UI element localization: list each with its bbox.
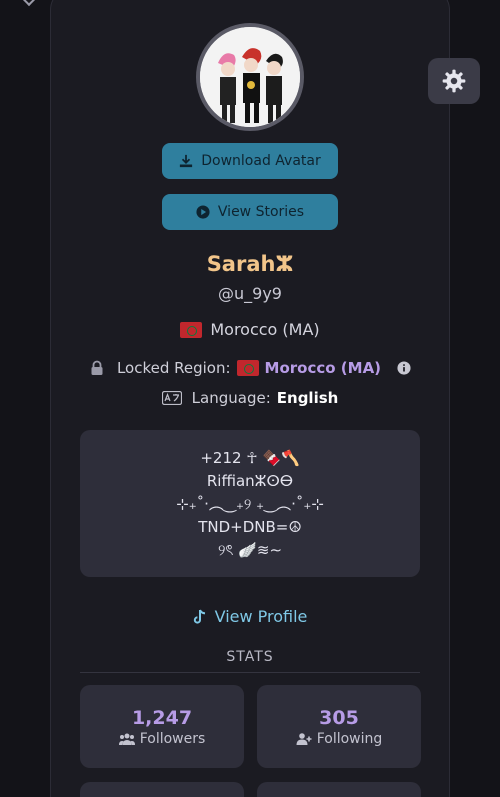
view-profile-label: View Profile (214, 607, 308, 626)
locked-region-value: Morocco (MA) (264, 359, 382, 377)
morocco-flag-icon (236, 360, 259, 376)
following-label: Following (316, 730, 383, 747)
language-row: Language: English (0, 389, 500, 407)
view-stories-label: View Stories (217, 204, 305, 220)
users-icon (118, 733, 135, 745)
bio-line: Riffianⵣⵙⴱ (206, 471, 294, 490)
profile-page: Download Avatar View Stories Sarahⵣ @u_9… (0, 0, 500, 797)
lock-icon (89, 360, 105, 376)
display-name: Sarahⵣ (206, 252, 294, 276)
view-profile-link[interactable]: View Profile (0, 607, 500, 626)
view-stories-button[interactable]: View Stories (162, 194, 338, 230)
download-icon (179, 154, 193, 168)
locked-region-row: Locked Region: Morocco (MA) (0, 359, 500, 377)
bio-line: ୨ৎ 🪽≋∼ (217, 540, 283, 559)
followers-label-row: Followers (118, 730, 206, 747)
username: @u_9y9 (218, 284, 282, 303)
settings-button[interactable] (428, 58, 480, 104)
download-avatar-label: Download Avatar (201, 153, 321, 169)
avatar[interactable] (196, 23, 304, 131)
stats-divider (80, 672, 420, 673)
following-stat: 305 Following (257, 685, 421, 768)
stat-card (257, 782, 421, 797)
locked-region-label: Locked Region: (116, 359, 231, 377)
followers-stat: 1,247 Followers (80, 685, 244, 768)
bio-line: TND+DNB=☮ (198, 517, 302, 536)
country-row: Morocco (MA) (0, 320, 500, 339)
following-count: 305 (319, 706, 359, 729)
user-plus-icon (296, 732, 312, 745)
stat-card (80, 782, 244, 797)
bio-box: +212 ☥ 🍫🪓 Riffianⵣⵙⴱ ⊹₊˚‧︵‿₊୨ ₊‿︵‧˚₊⊹ TN… (80, 430, 420, 577)
bio-line: ⊹₊˚‧︵‿₊୨ ₊‿︵‧˚₊⊹ (176, 494, 324, 513)
info-icon[interactable] (397, 361, 411, 375)
translate-icon (161, 391, 182, 405)
avatar-illustration (200, 27, 300, 127)
language-value: English (276, 389, 339, 407)
followers-count: 1,247 (131, 706, 193, 729)
followers-label: Followers (139, 730, 206, 747)
download-avatar-button[interactable]: Download Avatar (162, 143, 338, 179)
country-text: Morocco (MA) (210, 320, 320, 339)
tiktok-icon (193, 609, 207, 625)
back-chevron-icon[interactable] (21, 0, 37, 7)
bio-line: +212 ☥ 🍫🪓 (200, 448, 300, 467)
play-circle-icon (196, 205, 210, 219)
stats-heading: STATS (226, 649, 274, 665)
morocco-flag-icon (180, 321, 203, 338)
language-label: Language: (191, 389, 271, 407)
gear-icon (441, 68, 467, 94)
following-label-row: Following (296, 730, 383, 747)
